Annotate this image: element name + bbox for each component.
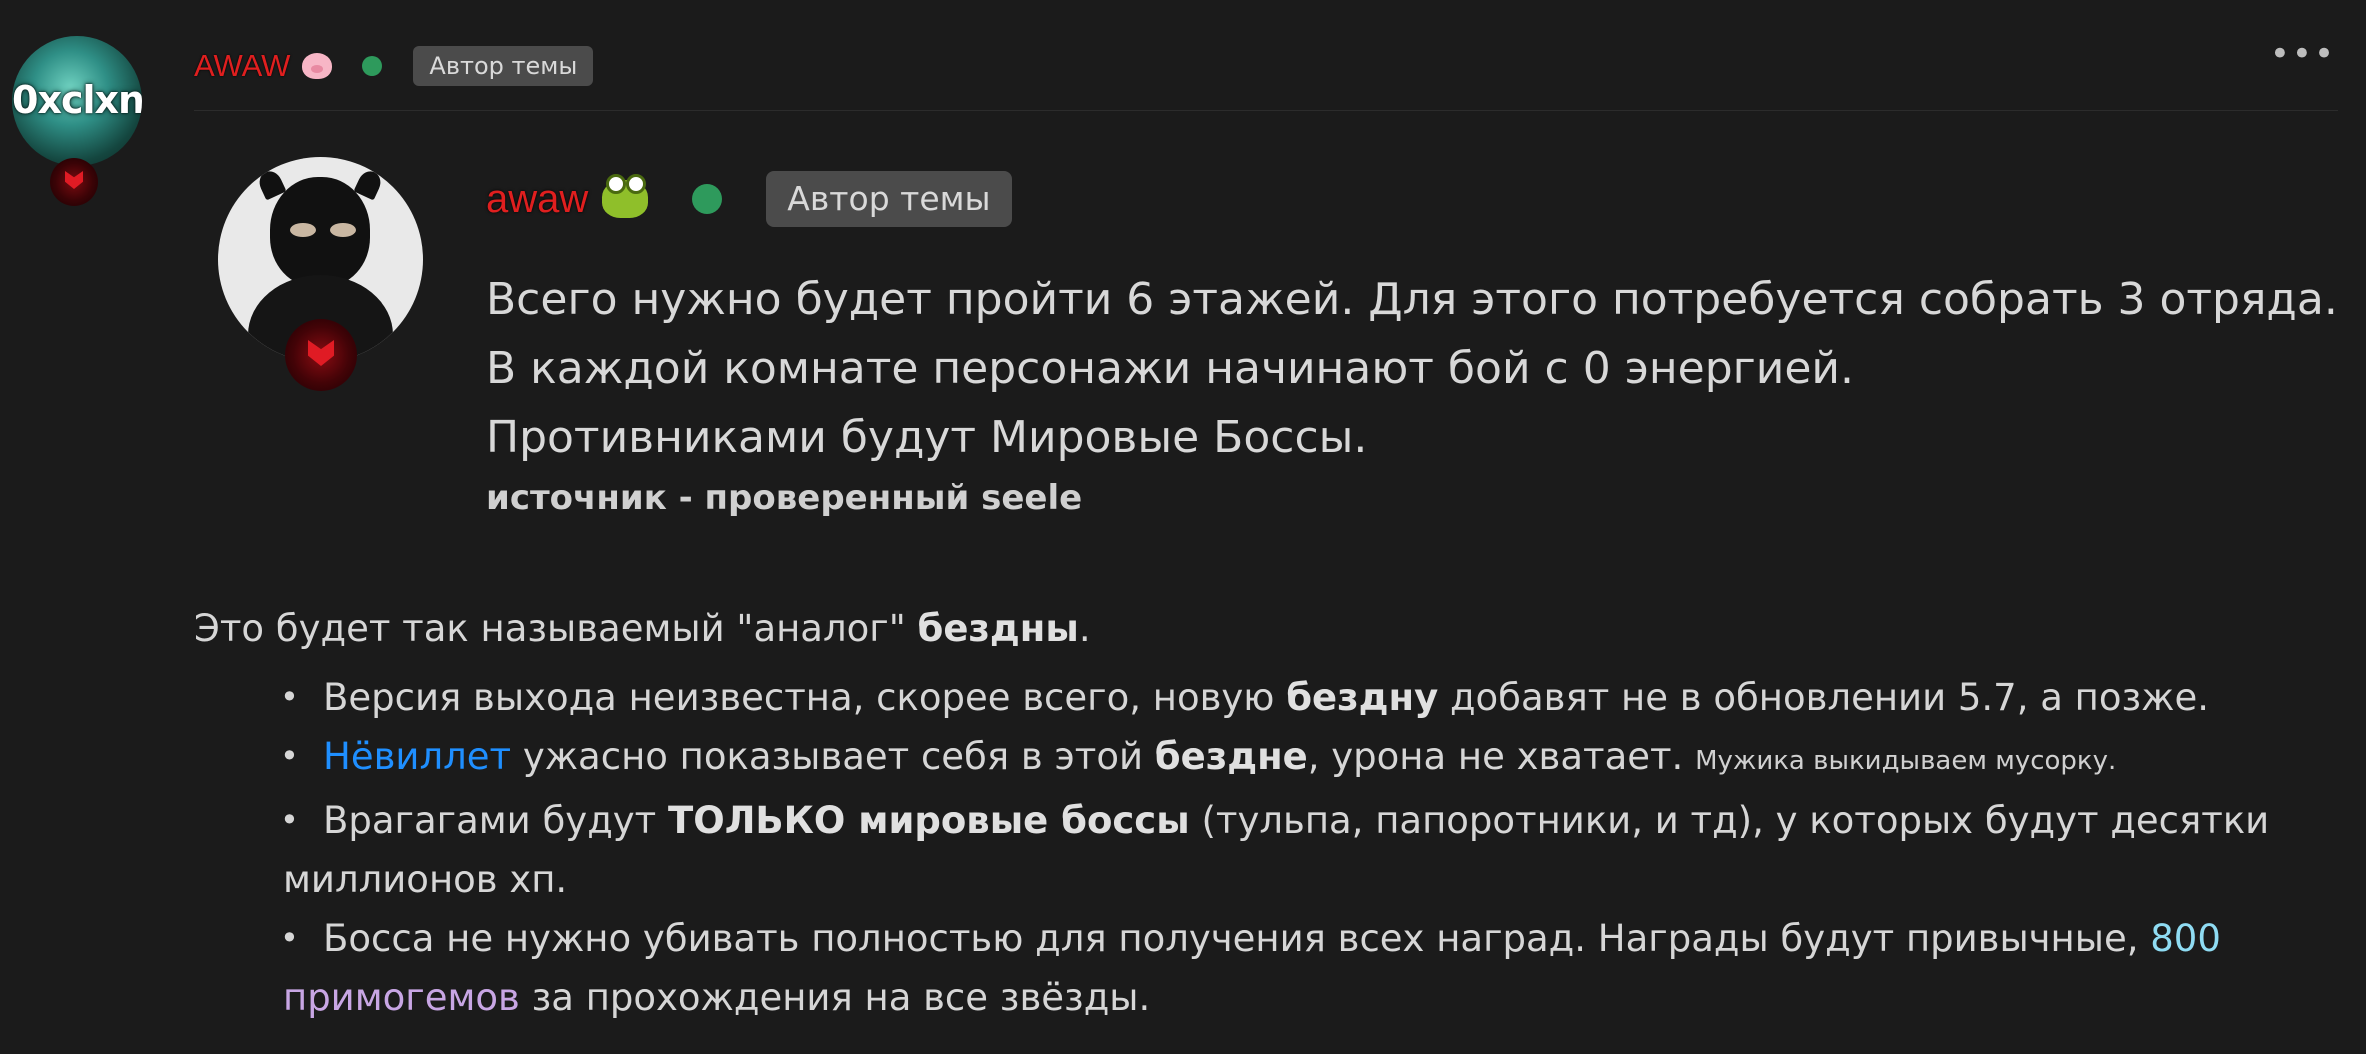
header-divider <box>194 110 2338 111</box>
rank-mark-icon <box>308 340 334 366</box>
bullet-bold: бездне <box>1154 735 1308 778</box>
quote-line: В каждой комнате персонажи начинают бой … <box>486 343 1854 394</box>
list-item: Врагагами будут ТОЛЬКО мировые боссы (ту… <box>194 791 2344 909</box>
bullet-text: за прохождения на все звёзды. <box>519 976 1151 1019</box>
bullet-bold: бездну <box>1286 676 1439 719</box>
character-link[interactable]: Нёвиллет <box>323 735 511 778</box>
bullet-text: Версия выхода неизвестна, скорее всего, … <box>323 676 1287 719</box>
bullet-text: Босса не нужно убивать полностью для пол… <box>323 917 2151 960</box>
pig-face-icon <box>302 53 333 79</box>
avatar-eye-left <box>290 223 316 237</box>
quote-line: Противниками будут Мировые Боссы. <box>486 412 1368 463</box>
online-status-icon <box>362 56 383 76</box>
small-note: Мужика выкидываем мусорку. <box>1695 746 2117 776</box>
avatar-eye-right <box>330 223 356 237</box>
quote-author-username[interactable]: awaw <box>486 177 588 222</box>
intro-bold: бездны <box>917 607 1079 650</box>
quote-header: awaw Автор темы <box>486 169 1012 229</box>
bullet-text: добавят не в обновлении 5.7, а позже. <box>1438 676 2210 719</box>
topic-author-badge: Автор темы <box>413 46 594 86</box>
reward-link-primogems[interactable]: примогемов <box>283 976 520 1019</box>
intro-text: Это будет так называемый "аналог" <box>194 607 918 650</box>
quote-rank-badge-icon <box>285 319 357 391</box>
avatar-text: 0xclxn <box>12 78 142 122</box>
author-avatar[interactable]: 0xclxn <box>12 36 142 166</box>
bullet-text: (тульпа, папоротники, и тд), у которых б… <box>1189 799 2270 842</box>
quote-source: источник - проверенный seele <box>486 478 1083 518</box>
quote-topic-author-badge: Автор темы <box>766 171 1012 227</box>
intro-paragraph: Это будет так называемый "аналог" бездны… <box>194 600 2344 658</box>
bullet-text-wrap: миллионов хп. <box>283 858 568 901</box>
intro-end: . <box>1078 607 1091 650</box>
bullet-text: ужасно показывает себя в этой <box>511 735 1155 778</box>
quoted-post: awaw Автор темы Всего нужно будет пройти… <box>218 155 2338 535</box>
bullet-text: Врагагами будут <box>323 799 668 842</box>
author-rank-badge-icon <box>50 158 98 206</box>
frog-face-icon <box>602 174 649 218</box>
post-header: AWAW Автор темы <box>194 44 594 88</box>
reward-link-amount[interactable]: 800 <box>2150 917 2221 960</box>
quote-line: Всего нужно будет пройти 6 этажей. Для э… <box>486 274 2338 325</box>
post-body: Это будет так называемый "аналог" бездны… <box>194 600 2344 1027</box>
author-username[interactable]: AWAW <box>194 48 290 84</box>
forum-post: 0xclxn AWAW Автор темы ••• awaw Автор те… <box>0 0 2366 1054</box>
quote-text: Всего нужно будет пройти 6 этажей. Для э… <box>486 265 2338 524</box>
list-item: Босса не нужно убивать полностью для пол… <box>194 909 2344 1027</box>
bullet-list: Версия выхода неизвестна, скорее всего, … <box>194 668 2344 1027</box>
online-status-icon <box>692 184 723 214</box>
bullet-bold: ТОЛЬКО мировые боссы <box>668 799 1190 842</box>
bullet-text: , урона не хватает. <box>1307 735 1696 778</box>
more-horizontal-icon[interactable]: ••• <box>2270 37 2336 71</box>
rank-mark-icon <box>65 171 83 189</box>
list-item: Версия выхода неизвестна, скорее всего, … <box>194 668 2344 727</box>
list-item: Нёвиллет ужасно показывает себя в этой б… <box>194 727 2344 791</box>
